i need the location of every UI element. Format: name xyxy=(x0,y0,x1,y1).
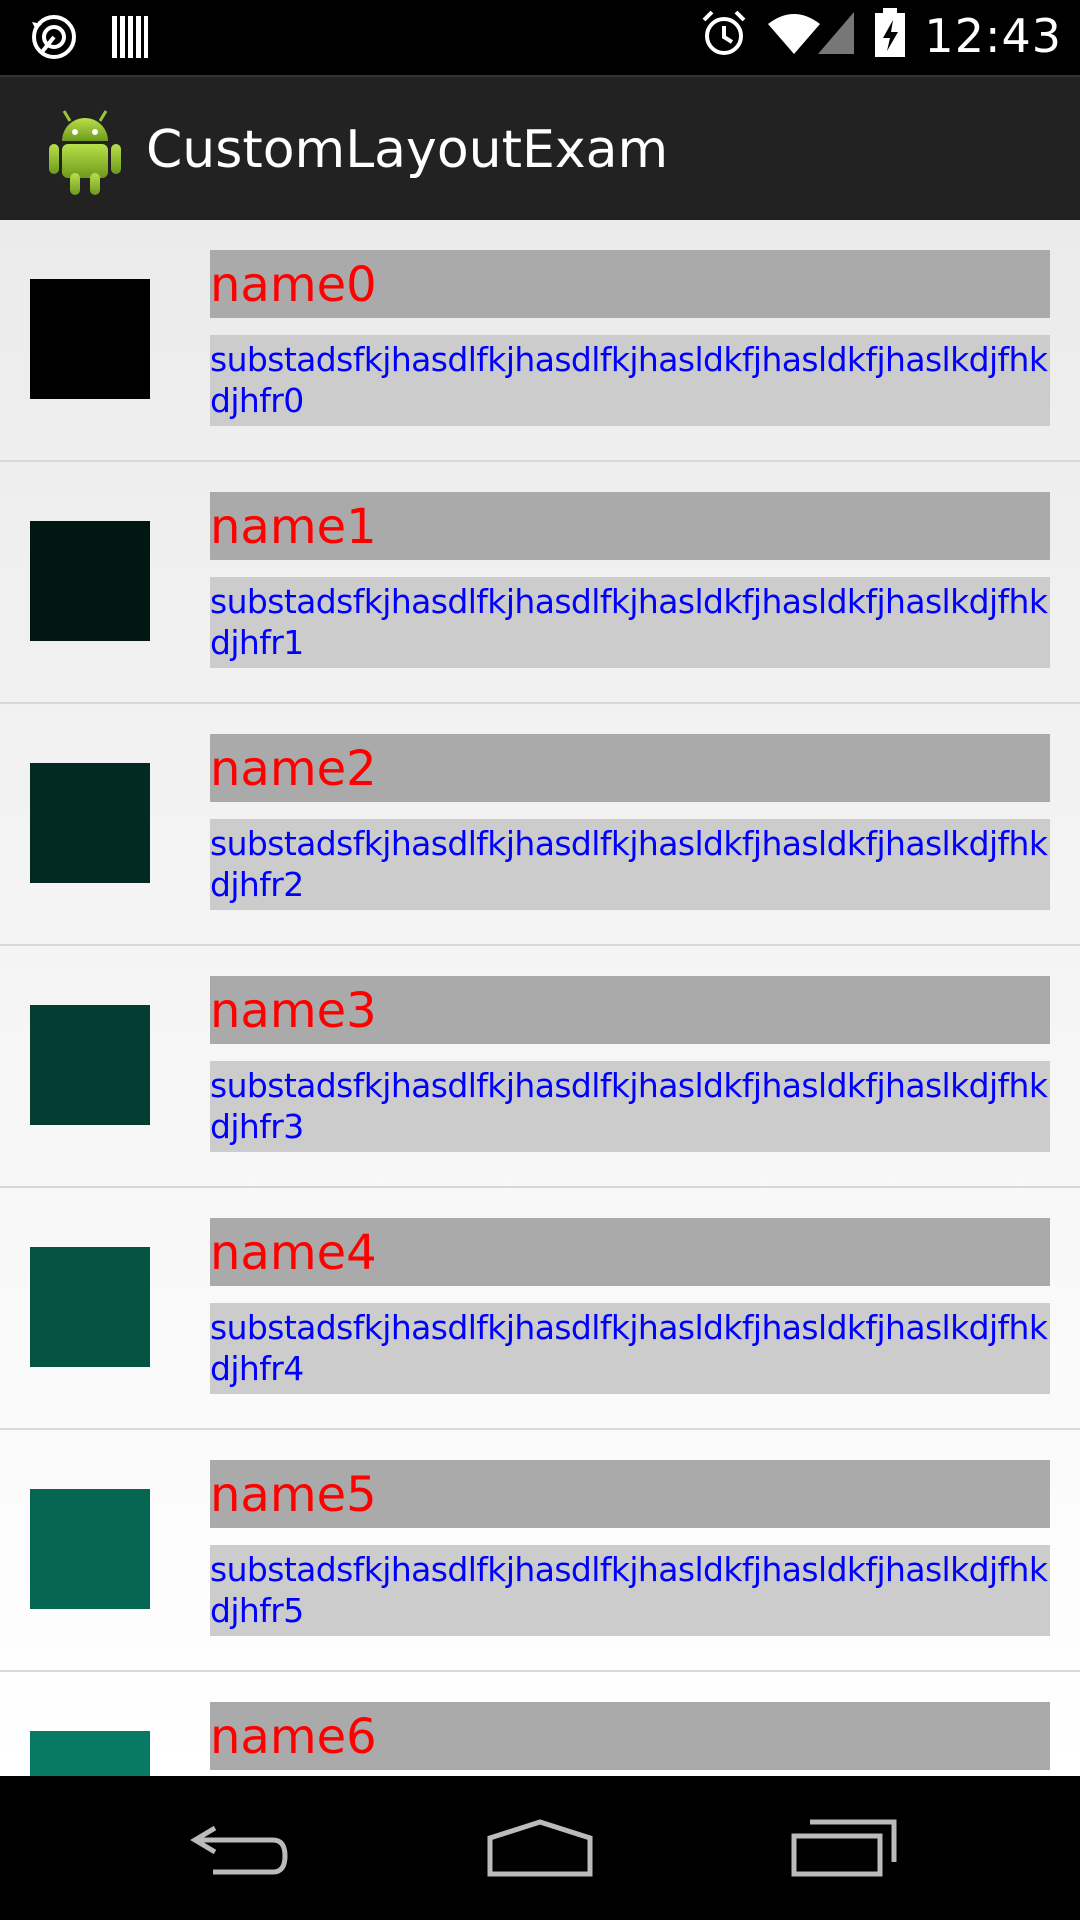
color-swatch xyxy=(30,521,150,641)
android-icon[interactable] xyxy=(44,103,126,197)
sync-icon xyxy=(28,12,80,67)
recents-icon[interactable] xyxy=(784,1808,904,1888)
item-subtitle: substadsfkjhasdlfkjhasdlfkjhasldkfjhasld… xyxy=(210,1066,1048,1146)
name-box: name5 xyxy=(210,1460,1050,1528)
name-box: name1 xyxy=(210,492,1050,560)
barcode-icon xyxy=(110,14,150,65)
subtitle-box: substadsfkjhasdlfkjhasdlfkjhasldkfjhasld… xyxy=(210,1061,1050,1152)
name-box: name3 xyxy=(210,976,1050,1044)
home-icon[interactable] xyxy=(480,1808,600,1888)
battery-icon xyxy=(874,8,906,63)
action-bar: CustomLayoutExam xyxy=(0,75,1080,220)
list-item[interactable]: name1 substadsfkjhasdlfkjhasdlfkjhasldkfj… xyxy=(0,462,1080,704)
list-item[interactable]: name2 substadsfkjhasdlfkjhasdlfkjhasldkfj… xyxy=(0,704,1080,946)
signal-icon xyxy=(816,10,856,61)
item-list[interactable]: name0 substadsfkjhasdlfkjhasdlfkjhasldkfj… xyxy=(0,220,1080,1776)
color-swatch xyxy=(30,279,150,399)
navigation-bar xyxy=(0,1776,1080,1920)
back-icon[interactable] xyxy=(180,1808,300,1888)
subtitle-box: substadsfkjhasdlfkjhasdlfkjhasldkfjhasld… xyxy=(210,1303,1050,1394)
subtitle-box: substadsfkjhasdlfkjhasdlfkjhasldkfjhasld… xyxy=(210,819,1050,910)
list-item[interactable]: name6substadsfkjhasdlfkjhasdlfkjhasldkfj… xyxy=(0,1672,1080,1776)
color-swatch xyxy=(30,1247,150,1367)
name-box: name4 xyxy=(210,1218,1050,1286)
list-item[interactable]: name5 substadsfkjhasdlfkjhasdlfkjhasldkfj… xyxy=(0,1430,1080,1672)
list-item[interactable]: name3 substadsfkjhasdlfkjhasdlfkjhasldkfj… xyxy=(0,946,1080,1188)
subtitle-box: substadsfkjhasdlfkjhasdlfkjhasldkfjhasld… xyxy=(210,577,1050,668)
name-box: name6 xyxy=(210,1702,1050,1770)
color-swatch xyxy=(30,763,150,883)
item-name: name1 xyxy=(210,499,377,555)
name-box: name0 xyxy=(210,250,1050,318)
name-box: name2 xyxy=(210,734,1050,802)
list-item[interactable]: name4 substadsfkjhasdlfkjhasdlfkjhasldkfj… xyxy=(0,1188,1080,1430)
item-name: name5 xyxy=(210,1467,377,1523)
list-item[interactable]: name0 substadsfkjhasdlfkjhasdlfkjhasldkfj… xyxy=(0,220,1080,462)
wifi-icon xyxy=(766,10,822,61)
color-swatch xyxy=(30,1005,150,1125)
item-subtitle: substadsfkjhasdlfkjhasdlfkjhasldkfjhasld… xyxy=(210,1550,1048,1630)
color-swatch xyxy=(30,1489,150,1609)
item-name: name4 xyxy=(210,1225,377,1281)
item-name: name2 xyxy=(210,741,377,797)
subtitle-box: substadsfkjhasdlfkjhasdlfkjhasldkfjhasld… xyxy=(210,335,1050,426)
item-name: name6 xyxy=(210,1709,377,1765)
item-subtitle: substadsfkjhasdlfkjhasdlfkjhasldkfjhasld… xyxy=(210,824,1048,904)
item-subtitle: substadsfkjhasdlfkjhasdlfkjhasldkfjhasld… xyxy=(210,340,1048,420)
clock: 12:43 xyxy=(924,8,1062,63)
item-name: name3 xyxy=(210,983,377,1039)
app-title: CustomLayoutExam xyxy=(146,120,669,180)
status-bar: 12:43 xyxy=(0,0,1080,75)
subtitle-box: substadsfkjhasdlfkjhasdlfkjhasldkfjhasld… xyxy=(210,1545,1050,1636)
color-swatch xyxy=(30,1731,150,1776)
alarm-icon xyxy=(700,8,748,63)
item-subtitle: substadsfkjhasdlfkjhasdlfkjhasldkfjhasld… xyxy=(210,582,1048,662)
item-subtitle: substadsfkjhasdlfkjhasdlfkjhasldkfjhasld… xyxy=(210,1308,1048,1388)
item-name: name0 xyxy=(210,257,377,313)
